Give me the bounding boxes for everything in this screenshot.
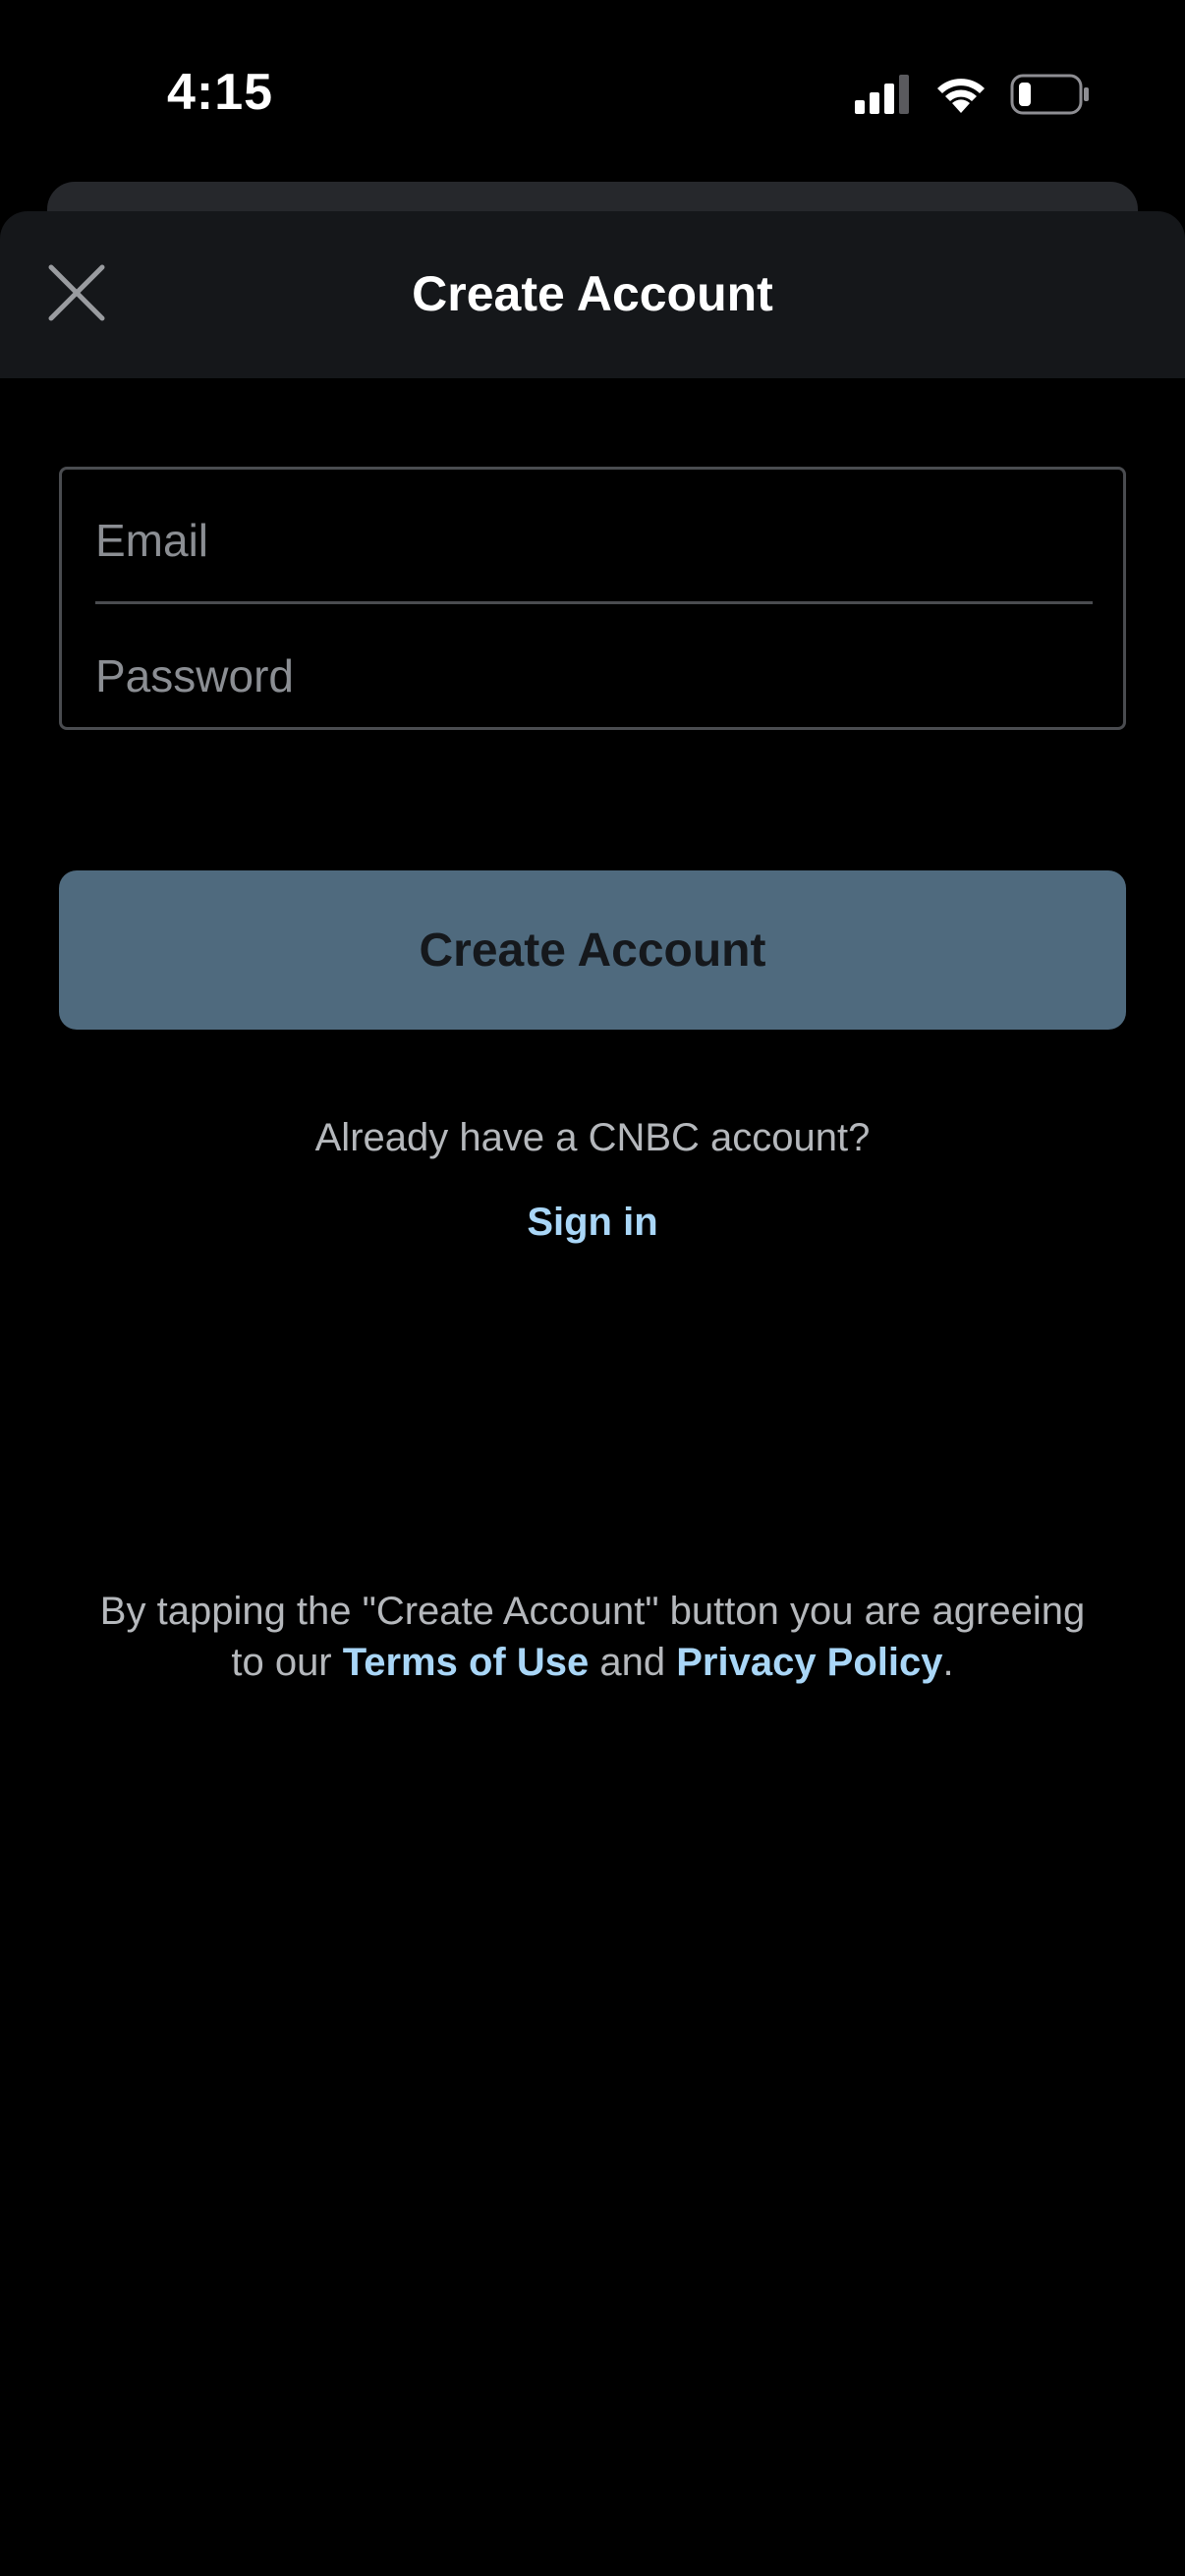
cellular-signal-icon <box>855 74 912 119</box>
battery-icon <box>1010 74 1091 120</box>
legal-suffix: . <box>942 1641 954 1684</box>
legal-line-1: By tapping the "Create Account" button y… <box>99 1590 1086 1633</box>
legal-prefix: to our <box>231 1641 332 1684</box>
credentials-form <box>59 467 1126 730</box>
terms-of-use-link[interactable]: Terms of Use <box>343 1641 589 1684</box>
create-account-button[interactable]: Create Account <box>59 870 1126 1030</box>
wifi-icon <box>933 74 988 120</box>
password-field[interactable] <box>95 627 1093 725</box>
create-account-screen: 4:15 Create Account Email Create Account… <box>0 0 1185 2576</box>
status-bar: 4:15 <box>0 0 1185 187</box>
email-field[interactable] <box>95 491 1093 589</box>
modal-header: Create Account <box>0 211 1185 378</box>
legal-disclaimer: By tapping the "Create Account" button y… <box>59 1586 1126 1688</box>
signin-link[interactable]: Sign in <box>0 1201 1185 1245</box>
status-icons <box>855 69 1091 124</box>
signin-prompt: Already have a CNBC account? <box>314 1116 871 1159</box>
status-time: 4:15 <box>167 64 274 121</box>
field-divider <box>95 601 1093 604</box>
legal-and: and <box>599 1641 666 1684</box>
page-title: Create Account <box>412 266 773 321</box>
privacy-policy-link[interactable]: Privacy Policy <box>676 1641 942 1684</box>
